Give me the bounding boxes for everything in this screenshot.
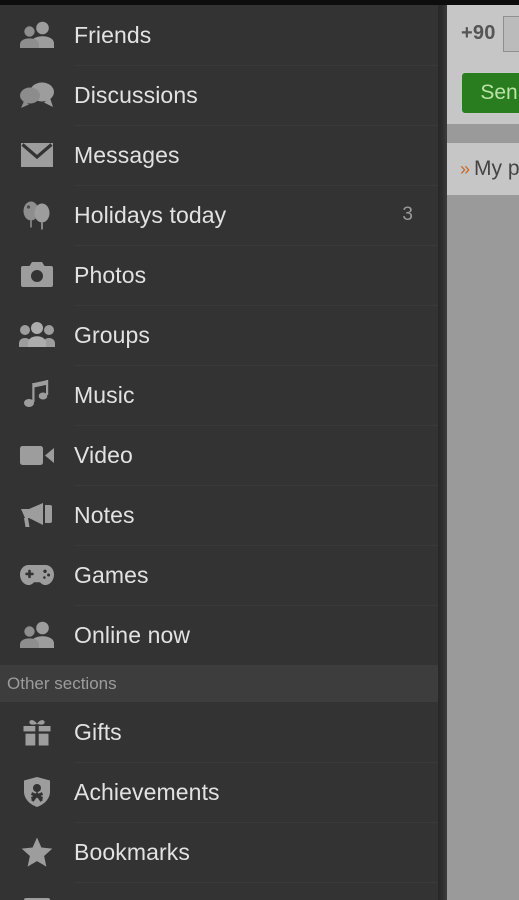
nav-item-holidays-today[interactable]: Holidays today 3: [0, 185, 438, 245]
discussions-icon: [0, 81, 74, 109]
nav-item-bookmarks[interactable]: Bookmarks: [0, 822, 438, 882]
nav-label: Games: [74, 561, 149, 588]
online-now-icon: [0, 621, 74, 649]
nav-item-groups[interactable]: Groups: [0, 305, 438, 365]
nav-item-friends[interactable]: Friends: [0, 5, 438, 65]
section-header-other-sections: Other sections: [0, 665, 438, 702]
nav-label: Discussions: [74, 81, 198, 108]
nav-item-gifts[interactable]: Gifts: [0, 702, 438, 762]
drawer-shadow-edge: [438, 0, 447, 900]
nav-item-video[interactable]: Video: [0, 425, 438, 485]
nav-label: Online now: [74, 621, 191, 648]
friends-icon: [0, 21, 74, 49]
achievements-icon: [0, 777, 74, 807]
send-button-row: Sen: [447, 62, 519, 124]
nav-item-photos[interactable]: Photos: [0, 245, 438, 305]
nav-item-achievements[interactable]: Achievements: [0, 762, 438, 822]
nav-label: Holidays today: [74, 201, 227, 228]
music-icon: [0, 380, 74, 410]
bookmarks-icon: [0, 837, 74, 867]
games-icon: [0, 563, 74, 587]
nav-count: 3: [402, 204, 413, 225]
nav-label: Friends: [74, 21, 152, 48]
nav-item-games[interactable]: Games: [0, 545, 438, 605]
nav-label: Music: [74, 381, 135, 408]
groups-icon: [0, 322, 74, 348]
nav-label: Gifts: [74, 718, 122, 745]
phone-number-input[interactable]: [502, 15, 519, 52]
photos-icon: [0, 262, 74, 288]
phone-entry-row: +90: [447, 5, 519, 62]
navigation-drawer: Friends Discussions Messages Holidays to…: [0, 5, 438, 900]
phone-prefix-label: +90: [461, 22, 496, 44]
nav-item-messages[interactable]: Messages: [0, 125, 438, 185]
nav-label: Photos: [74, 261, 147, 288]
my-profile-link-row[interactable]: » My p: [447, 143, 519, 195]
gifts-icon: [0, 718, 74, 746]
nav-label: Messages: [74, 141, 180, 168]
nav-label: Video: [74, 441, 133, 468]
video-icon: [0, 444, 74, 466]
nav-item-notes[interactable]: Notes: [0, 485, 438, 545]
nav-item-online-now[interactable]: Online now: [0, 605, 438, 665]
screen-root: +90 Sen » My p Friends Discussions Messa…: [0, 0, 519, 900]
nav-label: Achievements: [74, 778, 220, 805]
nav-label: Bookmarks: [74, 838, 190, 865]
page-gap: [447, 124, 519, 143]
messages-icon: [0, 143, 74, 167]
nav-label: Groups: [74, 321, 151, 348]
nav-label: Notes: [74, 501, 135, 528]
my-profile-link-label: My p: [474, 157, 519, 180]
holidays-icon: [0, 200, 74, 230]
notes-icon: [0, 502, 74, 528]
status-bar: [0, 0, 519, 5]
nav-item-music[interactable]: Music: [0, 365, 438, 425]
nav-item-discussions[interactable]: Discussions: [0, 65, 438, 125]
double-chevron-right-icon: »: [460, 158, 471, 179]
nav-item-forum[interactable]: Forum: [0, 882, 438, 900]
send-button[interactable]: Sen: [461, 72, 519, 114]
page-lower-area: [447, 195, 519, 900]
